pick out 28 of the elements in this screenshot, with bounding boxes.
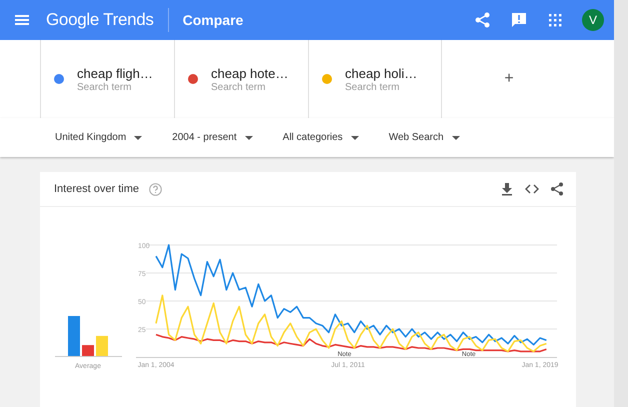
term-label: cheap hote… — [211, 66, 288, 80]
download-icon[interactable] — [500, 182, 514, 196]
add-term-button[interactable]: + — [500, 66, 518, 92]
filter-dropdown[interactable]: Web Search — [388, 132, 460, 143]
filter-dropdown[interactable]: All categories — [282, 132, 359, 143]
apps-grid-icon[interactable] — [546, 11, 564, 29]
term-sublabel: Search term — [345, 82, 400, 92]
filter-dropdown[interactable]: 2004 - present — [172, 132, 253, 143]
caret-icon — [350, 136, 359, 140]
share-icon[interactable] — [474, 11, 492, 29]
caret-icon — [452, 136, 460, 140]
scrollbar[interactable] — [614, 0, 628, 407]
term-sublabel: Search term — [211, 82, 266, 92]
page-title: Compare — [182, 12, 244, 28]
share-icon[interactable] — [550, 182, 564, 196]
app-logo[interactable]: Google Trends — [46, 8, 169, 32]
term-sublabel: Search term — [77, 82, 132, 92]
card-title: Interest over time — [54, 183, 139, 195]
feedback-icon[interactable] — [510, 11, 528, 29]
term-label: cheap fligh… — [77, 66, 153, 80]
filter-dropdown[interactable]: United Kingdom — [55, 132, 142, 143]
caret-icon — [134, 136, 142, 140]
help-icon[interactable] — [148, 182, 162, 196]
average-bars-drawing — [54, 316, 122, 357]
caret-icon — [244, 136, 253, 140]
term-label: cheap holi… — [345, 66, 418, 80]
avatar[interactable]: V — [582, 9, 604, 31]
embed-code-icon[interactable] — [525, 182, 539, 196]
